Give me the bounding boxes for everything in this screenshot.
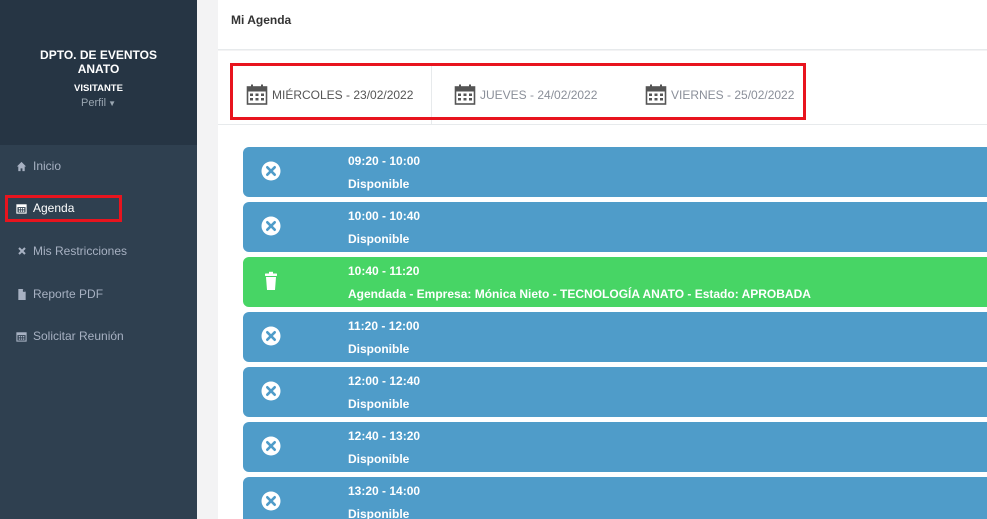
close-circle-icon[interactable] — [261, 491, 281, 511]
slot-time: 09:20 - 10:00 — [348, 154, 421, 168]
trash-icon[interactable] — [261, 271, 281, 291]
calendar-icon — [16, 331, 27, 342]
time-slot[interactable]: 11:20 - 12:00 Disponible — [243, 312, 987, 362]
slot-status: Disponible — [348, 232, 410, 246]
sidebar-item-label: Reporte PDF — [33, 287, 104, 301]
slot-time: 10:00 - 10:40 — [348, 209, 421, 223]
close-circle-icon[interactable] — [261, 436, 281, 456]
slot-status: Disponible — [348, 397, 410, 411]
slot-time: 12:00 - 12:40 — [348, 374, 421, 388]
file-icon — [16, 288, 27, 300]
page-header: Mi Agenda — [218, 0, 987, 50]
sidebar-item-mis-restricciones[interactable]: Mis Restricciones — [0, 241, 197, 261]
time-slot[interactable]: 10:00 - 10:40 Disponible — [243, 202, 987, 252]
slot-status: Disponible — [348, 507, 410, 519]
tabs-highlight-box — [230, 63, 806, 120]
sidebar-item-label: Inicio — [33, 159, 62, 173]
slot-time: 11:20 - 12:00 — [348, 319, 420, 333]
slot-time: 12:40 - 13:20 — [348, 429, 421, 443]
slot-status: Disponible — [348, 177, 410, 191]
time-slot[interactable]: 13:20 - 14:00 Disponible — [243, 477, 987, 519]
close-icon — [16, 246, 27, 257]
agenda-highlight-box — [5, 195, 122, 222]
slot-status: Disponible — [348, 452, 410, 466]
sidebar: DPTO. DE EVENTOS ANATO VISITANTE Perfil ▼… — [0, 0, 197, 519]
profile-role: VISITANTE — [74, 83, 123, 94]
sidebar-item-label: Solicitar Reunión — [33, 329, 124, 343]
time-slot[interactable]: 12:00 - 12:40 Disponible — [243, 367, 987, 417]
close-circle-icon[interactable] — [261, 381, 281, 401]
profile-panel: DPTO. DE EVENTOS ANATO VISITANTE Perfil ▼ — [0, 0, 197, 145]
sidebar-item-inicio[interactable]: Inicio — [0, 156, 197, 176]
profile-menu-label: Perfil — [81, 97, 107, 109]
sidebar-item-label: Mis Restricciones — [33, 244, 128, 258]
sidebar-item-reporte-pdf[interactable]: Reporte PDF — [0, 284, 197, 304]
close-circle-icon[interactable] — [261, 216, 281, 236]
close-circle-icon[interactable] — [261, 326, 281, 346]
time-slot[interactable]: 12:40 - 13:20 Disponible — [243, 422, 987, 472]
sidebar-item-solicitar-reunion[interactable]: Solicitar Reunión — [0, 326, 197, 346]
page-title: Mi Agenda — [231, 13, 292, 27]
caret-down-icon: ▼ — [108, 99, 116, 108]
home-icon — [16, 161, 27, 172]
slot-status: Agendada - Empresa: Mónica Nieto - TECNO… — [348, 287, 811, 301]
profile-org-name: DPTO. DE EVENTOS ANATO — [40, 48, 157, 76]
time-slot[interactable]: 10:40 - 11:20 Agendada - Empresa: Mónica… — [243, 257, 987, 307]
slot-time: 13:20 - 14:00 — [348, 484, 421, 498]
close-circle-icon[interactable] — [261, 161, 281, 181]
profile-menu-toggle[interactable]: Perfil ▼ — [0, 97, 197, 109]
slot-status: Disponible — [348, 342, 410, 356]
time-slot[interactable]: 09:20 - 10:00 Disponible — [243, 147, 987, 197]
slot-time: 10:40 - 11:20 — [348, 264, 420, 278]
